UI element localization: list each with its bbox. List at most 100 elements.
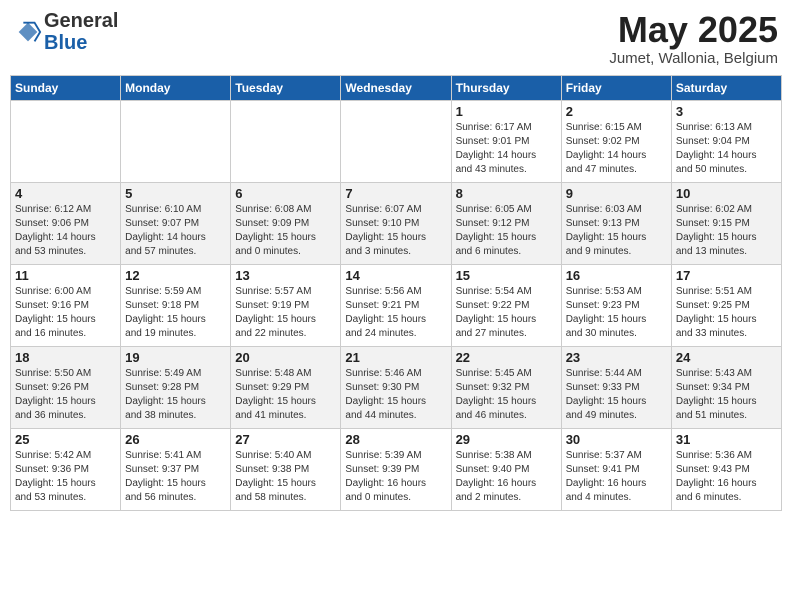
day-detail: Sunrise: 5:36 AM Sunset: 9:43 PM Dayligh…: [676, 449, 777, 505]
calendar-cell: 6 Sunrise: 6:08 AM Sunset: 9:09 PM Daylig…: [231, 182, 341, 264]
day-number: 16: [566, 268, 667, 283]
day-detail: Sunrise: 6:07 AM Sunset: 9:10 PM Dayligh…: [345, 203, 446, 259]
calendar-table: Sunday Monday Tuesday Wednesday Thursday…: [10, 75, 782, 511]
calendar-cell: 20Sunrise: 5:48 AM Sunset: 9:29 PM Dayli…: [231, 346, 341, 428]
header-sunday: Sunday: [11, 75, 121, 100]
logo-blue-text: Blue: [44, 32, 87, 54]
day-number: 22: [456, 350, 557, 365]
day-detail: Sunrise: 5:50 AM Sunset: 9:26 PM Dayligh…: [15, 367, 116, 423]
day-number: 23: [566, 350, 667, 365]
calendar-cell: 4 Sunrise: 6:12 AM Sunset: 9:06 PM Daylig…: [11, 182, 121, 264]
day-number: 8: [456, 186, 557, 201]
day-number: 14: [345, 268, 446, 283]
day-number: 2: [566, 104, 667, 119]
day-detail: Sunrise: 5:44 AM Sunset: 9:33 PM Dayligh…: [566, 367, 667, 423]
calendar-cell: [231, 100, 341, 182]
calendar-body: 1 Sunrise: 6:17 AM Sunset: 9:01 PM Daylig…: [11, 100, 782, 510]
day-detail: Sunrise: 5:38 AM Sunset: 9:40 PM Dayligh…: [456, 449, 557, 505]
day-detail: Sunrise: 5:37 AM Sunset: 9:41 PM Dayligh…: [566, 449, 667, 505]
day-detail: Sunrise: 6:05 AM Sunset: 9:12 PM Dayligh…: [456, 203, 557, 259]
day-number: 26: [125, 432, 226, 447]
page-header: General Blue May 2025 Jumet, Wallonia, B…: [10, 10, 782, 67]
day-number: 4: [15, 186, 116, 201]
day-detail: Sunrise: 5:51 AM Sunset: 9:25 PM Dayligh…: [676, 285, 777, 341]
day-number: 17: [676, 268, 777, 283]
calendar-cell: 5 Sunrise: 6:10 AM Sunset: 9:07 PM Daylig…: [121, 182, 231, 264]
day-number: 21: [345, 350, 446, 365]
day-detail: Sunrise: 6:03 AM Sunset: 9:13 PM Dayligh…: [566, 203, 667, 259]
day-number: 9: [566, 186, 667, 201]
calendar-cell: 13Sunrise: 5:57 AM Sunset: 9:19 PM Dayli…: [231, 264, 341, 346]
day-number: 5: [125, 186, 226, 201]
day-detail: Sunrise: 5:39 AM Sunset: 9:39 PM Dayligh…: [345, 449, 446, 505]
day-detail: Sunrise: 6:13 AM Sunset: 9:04 PM Dayligh…: [676, 121, 777, 177]
day-detail: Sunrise: 6:00 AM Sunset: 9:16 PM Dayligh…: [15, 285, 116, 341]
calendar-cell: 29 Sunrise: 5:38 AM Sunset: 9:40 PM Dayli…: [451, 428, 561, 510]
day-detail: Sunrise: 5:45 AM Sunset: 9:32 PM Dayligh…: [456, 367, 557, 423]
calendar-cell: 9 Sunrise: 6:03 AM Sunset: 9:13 PM Daylig…: [561, 182, 671, 264]
calendar-cell: 30 Sunrise: 5:37 AM Sunset: 9:41 PM Dayli…: [561, 428, 671, 510]
calendar-cell: 3 Sunrise: 6:13 AM Sunset: 9:04 PM Daylig…: [671, 100, 781, 182]
calendar-cell: [121, 100, 231, 182]
day-detail: Sunrise: 5:53 AM Sunset: 9:23 PM Dayligh…: [566, 285, 667, 341]
header-monday: Monday: [121, 75, 231, 100]
logo: General Blue: [14, 10, 118, 54]
day-detail: Sunrise: 6:12 AM Sunset: 9:06 PM Dayligh…: [15, 203, 116, 259]
calendar-cell: 23 Sunrise: 5:44 AM Sunset: 9:33 PM Dayli…: [561, 346, 671, 428]
day-detail: Sunrise: 5:54 AM Sunset: 9:22 PM Dayligh…: [456, 285, 557, 341]
calendar-cell: 19Sunrise: 5:49 AM Sunset: 9:28 PM Dayli…: [121, 346, 231, 428]
calendar-cell: 28Sunrise: 5:39 AM Sunset: 9:39 PM Dayli…: [341, 428, 451, 510]
weekday-header-row: Sunday Monday Tuesday Wednesday Thursday…: [11, 75, 782, 100]
day-detail: Sunrise: 6:17 AM Sunset: 9:01 PM Dayligh…: [456, 121, 557, 177]
day-detail: Sunrise: 5:42 AM Sunset: 9:36 PM Dayligh…: [15, 449, 116, 505]
day-number: 30: [566, 432, 667, 447]
calendar-header: Sunday Monday Tuesday Wednesday Thursday…: [11, 75, 782, 100]
title-block: May 2025 Jumet, Wallonia, Belgium: [609, 10, 778, 67]
calendar-cell: 18 Sunrise: 5:50 AM Sunset: 9:26 PM Dayli…: [11, 346, 121, 428]
day-detail: Sunrise: 5:56 AM Sunset: 9:21 PM Dayligh…: [345, 285, 446, 341]
calendar-cell: 16 Sunrise: 5:53 AM Sunset: 9:23 PM Dayli…: [561, 264, 671, 346]
header-saturday: Saturday: [671, 75, 781, 100]
calendar-cell: 11 Sunrise: 6:00 AM Sunset: 9:16 PM Dayli…: [11, 264, 121, 346]
header-wednesday: Wednesday: [341, 75, 451, 100]
calendar-cell: 26 Sunrise: 5:41 AM Sunset: 9:37 PM Dayli…: [121, 428, 231, 510]
calendar-cell: 25 Sunrise: 5:42 AM Sunset: 9:36 PM Dayli…: [11, 428, 121, 510]
calendar-cell: 10Sunrise: 6:02 AM Sunset: 9:15 PM Dayli…: [671, 182, 781, 264]
day-number: 11: [15, 268, 116, 283]
day-detail: Sunrise: 6:15 AM Sunset: 9:02 PM Dayligh…: [566, 121, 667, 177]
day-number: 19: [125, 350, 226, 365]
day-number: 25: [15, 432, 116, 447]
day-detail: Sunrise: 5:41 AM Sunset: 9:37 PM Dayligh…: [125, 449, 226, 505]
calendar-cell: [341, 100, 451, 182]
day-number: 20: [235, 350, 336, 365]
day-number: 12: [125, 268, 226, 283]
calendar-cell: [11, 100, 121, 182]
day-number: 29: [456, 432, 557, 447]
calendar-cell: 21 Sunrise: 5:46 AM Sunset: 9:30 PM Dayli…: [341, 346, 451, 428]
calendar-week-1: 1 Sunrise: 6:17 AM Sunset: 9:01 PM Daylig…: [11, 100, 782, 182]
header-thursday: Thursday: [451, 75, 561, 100]
day-detail: Sunrise: 5:46 AM Sunset: 9:30 PM Dayligh…: [345, 367, 446, 423]
calendar-cell: 8 Sunrise: 6:05 AM Sunset: 9:12 PM Daylig…: [451, 182, 561, 264]
day-detail: Sunrise: 6:08 AM Sunset: 9:09 PM Dayligh…: [235, 203, 336, 259]
month-title: May 2025: [609, 10, 778, 50]
day-number: 6: [235, 186, 336, 201]
calendar-cell: 17 Sunrise: 5:51 AM Sunset: 9:25 PM Dayli…: [671, 264, 781, 346]
calendar-cell: 15 Sunrise: 5:54 AM Sunset: 9:22 PM Dayli…: [451, 264, 561, 346]
calendar-cell: 1 Sunrise: 6:17 AM Sunset: 9:01 PM Daylig…: [451, 100, 561, 182]
calendar-cell: 2 Sunrise: 6:15 AM Sunset: 9:02 PM Daylig…: [561, 100, 671, 182]
day-number: 1: [456, 104, 557, 119]
calendar-week-5: 25 Sunrise: 5:42 AM Sunset: 9:36 PM Dayli…: [11, 428, 782, 510]
day-number: 24: [676, 350, 777, 365]
day-number: 3: [676, 104, 777, 119]
day-detail: Sunrise: 5:57 AM Sunset: 9:19 PM Dayligh…: [235, 285, 336, 341]
day-number: 15: [456, 268, 557, 283]
day-detail: Sunrise: 5:43 AM Sunset: 9:34 PM Dayligh…: [676, 367, 777, 423]
calendar-cell: 12Sunrise: 5:59 AM Sunset: 9:18 PM Dayli…: [121, 264, 231, 346]
day-number: 18: [15, 350, 116, 365]
header-tuesday: Tuesday: [231, 75, 341, 100]
day-detail: Sunrise: 6:10 AM Sunset: 9:07 PM Dayligh…: [125, 203, 226, 259]
day-number: 27: [235, 432, 336, 447]
calendar-week-4: 18 Sunrise: 5:50 AM Sunset: 9:26 PM Dayli…: [11, 346, 782, 428]
day-number: 31: [676, 432, 777, 447]
